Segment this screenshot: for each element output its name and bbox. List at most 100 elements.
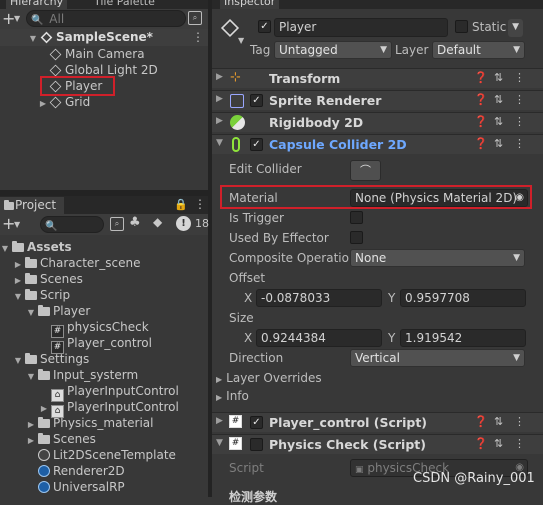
enabled-checkbox[interactable]: ✓ — [250, 416, 263, 429]
component-transform[interactable]: ▶ ⊹ Transform ❓ ⇅ ⋮ — [212, 68, 543, 88]
layer-overrides-foldout[interactable]: ▶ Layer Overrides — [216, 370, 322, 388]
size-y-field[interactable]: 1.919542 — [400, 329, 526, 347]
collapsed-triangle-icon[interactable]: ▶ — [216, 72, 223, 82]
project-item[interactable]: ▼ Assets — [0, 239, 72, 255]
component-rigidbody[interactable]: ▶ Rigidbody 2D ❓ ⇅ ⋮ — [212, 112, 543, 132]
composite-dropdown[interactable]: None ▼ — [350, 249, 525, 267]
search-by-label-icon[interactable]: ♣ — [129, 215, 141, 230]
tab-project-label: Project — [15, 198, 57, 212]
project-item[interactable]: ▶ Scenes — [26, 431, 96, 447]
project-item[interactable]: ▼ Input_systerm — [26, 367, 138, 383]
project-folder-icon — [4, 200, 14, 210]
static-dropdown[interactable]: ▼ — [508, 19, 523, 37]
warning-icon[interactable]: ! — [176, 216, 191, 231]
search-by-type-icon[interactable]: ⌕ — [188, 11, 202, 25]
project-item[interactable]: ⌂ PlayerInputControl — [39, 383, 179, 402]
project-item[interactable]: ▼ Settings — [13, 351, 89, 367]
lock-icon[interactable]: 🔒 — [174, 198, 188, 211]
component-menu-icon[interactable]: ⋮ — [514, 115, 525, 128]
component-menu-icon[interactable]: ⋮ — [514, 71, 525, 84]
component-physics-check[interactable]: ▼ # Physics Check (Script) ❓ ⇅ ⋮ — [212, 434, 543, 454]
component-capsule-collider[interactable]: ▼ ✓ Capsule Collider 2D ❓ ⇅ ⋮ — [212, 134, 543, 154]
search-by-type-icon[interactable]: ⌕ — [110, 217, 124, 231]
component-menu-icon[interactable]: ⋮ — [514, 415, 525, 428]
collapsed-triangle-icon: ▶ — [216, 393, 223, 402]
enabled-checkbox[interactable]: ✓ — [250, 138, 263, 151]
expanded-triangle-icon[interactable]: ▼ — [216, 138, 223, 148]
hierarchy-item-grid[interactable]: ▶ Grid — [38, 94, 90, 110]
project-item[interactable]: Renderer2D — [26, 463, 125, 479]
dropdown-arrow-icon[interactable]: ▼ — [14, 220, 20, 229]
object-picker-icon[interactable]: ◉ — [515, 190, 524, 206]
help-icon[interactable]: ❓ — [474, 137, 488, 150]
preset-icon[interactable]: ⇅ — [494, 137, 503, 150]
project-item[interactable]: Lit2DSceneTemplate — [26, 447, 176, 463]
enabled-checkbox[interactable] — [250, 438, 263, 451]
help-icon[interactable]: ❓ — [474, 71, 488, 84]
is-trigger-checkbox[interactable] — [350, 211, 363, 224]
preset-icon[interactable]: ⇅ — [494, 415, 503, 428]
tab-inspector[interactable]: Inspector — [220, 0, 280, 9]
expanded-triangle-icon[interactable]: ▼ — [0, 241, 10, 257]
offset-x-field[interactable]: -0.0878033 — [256, 289, 382, 307]
collapsed-triangle-icon[interactable]: ▶ — [38, 96, 48, 112]
help-icon[interactable]: ❓ — [474, 437, 488, 450]
enabled-checkbox[interactable]: ✓ — [250, 94, 263, 107]
layer-dropdown[interactable]: Default ▼ — [432, 41, 525, 59]
object-name-field[interactable]: Player — [274, 18, 448, 37]
component-menu-icon[interactable]: ⋮ — [514, 137, 525, 150]
dropdown-arrow-icon[interactable]: ▼ — [238, 36, 244, 45]
help-icon[interactable]: ❓ — [474, 115, 488, 128]
preset-icon[interactable]: ⇅ — [494, 71, 503, 84]
collapsed-triangle-icon[interactable]: ▶ — [216, 116, 223, 126]
component-menu-icon[interactable]: ⋮ — [514, 93, 525, 106]
tag-dropdown[interactable]: Untagged ▼ — [274, 41, 392, 59]
help-icon[interactable]: ❓ — [474, 415, 488, 428]
project-item-label: Scrip — [40, 288, 71, 302]
used-by-effector-checkbox[interactable] — [350, 231, 363, 244]
expanded-triangle-icon[interactable]: ▼ — [216, 438, 223, 448]
expanded-triangle-icon[interactable]: ▼ — [26, 305, 36, 321]
offset-y-field[interactable]: 0.9597708 — [400, 289, 526, 307]
component-sprite-renderer[interactable]: ▶ ✓ Sprite Renderer ❓ ⇅ ⋮ — [212, 90, 543, 110]
project-item[interactable]: ▶ Character_scene — [13, 255, 141, 271]
expand-triangle-icon[interactable]: ▼ — [28, 31, 38, 47]
info-foldout[interactable]: ▶ Info — [216, 388, 249, 406]
edit-collider-button[interactable]: ⌒ — [350, 160, 381, 181]
project-item[interactable]: # Player_control — [39, 335, 152, 354]
expanded-triangle-icon[interactable]: ▼ — [26, 369, 36, 385]
project-item[interactable]: # physicsCheck — [39, 319, 149, 338]
project-item[interactable]: ▶ Physics_material — [26, 415, 154, 431]
active-checkbox[interactable]: ✓ — [258, 20, 271, 33]
project-item[interactable]: UniversalRP — [26, 479, 125, 495]
hierarchy-search-input[interactable]: 🔍 All — [26, 10, 186, 27]
static-checkbox[interactable] — [455, 20, 468, 33]
component-menu-icon[interactable]: ⋮ — [514, 437, 525, 450]
tab-project[interactable]: Project — [0, 197, 64, 214]
project-search-input[interactable]: 🔍 — [40, 216, 104, 233]
tag-icon[interactable]: ◆ — [153, 215, 162, 229]
expanded-triangle-icon[interactable]: ▼ — [13, 289, 23, 305]
panel-menu-icon[interactable]: ⋮ — [194, 197, 206, 211]
scene-row[interactable]: ▼ SampleScene* ⋮ — [0, 29, 208, 46]
project-item[interactable]: ▼ Scrip — [13, 287, 70, 303]
direction-dropdown[interactable]: Vertical ▼ — [350, 349, 525, 367]
tab-hierarchy[interactable]: Hierarchy — [6, 0, 68, 9]
size-x-field[interactable]: 0.9244384 — [256, 329, 382, 347]
help-icon[interactable]: ❓ — [474, 93, 488, 106]
hierarchy-item-main-camera[interactable]: Main Camera — [48, 46, 145, 62]
collapsed-triangle-icon[interactable]: ▶ — [216, 416, 223, 426]
expanded-triangle-icon[interactable]: ▼ — [13, 353, 23, 369]
dropdown-arrow-icon[interactable]: ▼ — [14, 14, 20, 23]
scene-menu-icon[interactable]: ⋮ — [192, 29, 204, 45]
project-item[interactable]: ▶ Scenes — [13, 271, 83, 287]
tab-tile-palette[interactable]: Tile Palette — [90, 0, 159, 9]
project-item[interactable]: ▶ ⌂ PlayerInputControl — [39, 399, 179, 418]
material-field[interactable]: None (Physics Material 2D) ◉ — [350, 189, 528, 207]
preset-icon[interactable]: ⇅ — [494, 437, 503, 450]
project-item[interactable]: ▼ Player — [26, 303, 90, 319]
collapsed-triangle-icon[interactable]: ▶ — [216, 94, 223, 104]
preset-icon[interactable]: ⇅ — [494, 115, 503, 128]
component-player-control[interactable]: ▶ # ✓ Player_control (Script) ❓ ⇅ ⋮ — [212, 412, 543, 432]
preset-icon[interactable]: ⇅ — [494, 93, 503, 106]
